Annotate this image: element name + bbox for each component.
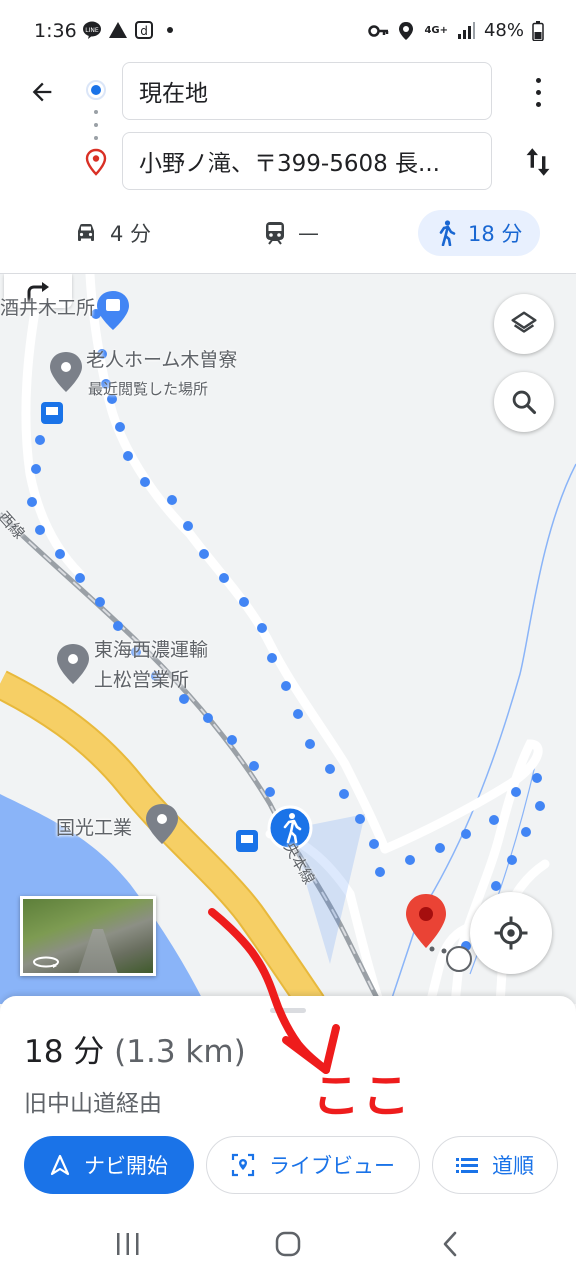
map-label-factory: 国光工業 <box>56 817 133 839</box>
navigation-arrow-icon <box>50 1154 70 1176</box>
home-button[interactable] <box>258 1226 318 1262</box>
mode-transit-time: — <box>298 221 319 245</box>
recent-apps-button[interactable] <box>98 1226 158 1262</box>
shopping-bag-icon <box>97 291 129 330</box>
live-view-button[interactable]: ライブビュー <box>206 1136 420 1194</box>
my-location-button[interactable] <box>470 892 552 974</box>
mode-tab-transit[interactable]: — <box>246 210 337 256</box>
4g-icon: 4G+ <box>424 24 448 36</box>
back-button[interactable] <box>22 72 62 112</box>
route-via: 旧中山道経由 <box>24 1091 162 1117</box>
battery-icon <box>532 20 552 41</box>
map-canvas <box>0 274 576 1004</box>
swap-vert-icon <box>526 148 550 176</box>
live-view-label: ライブビュー <box>269 1154 395 1178</box>
list-icon <box>456 1158 478 1173</box>
train-icon <box>266 222 284 245</box>
start-navigation-label: ナビ開始 <box>84 1154 168 1178</box>
route-connector <box>94 110 98 140</box>
sheet-drag-handle[interactable] <box>270 1008 306 1013</box>
directions-header: 現在地 小野ノ滝、〒399-5608 長... 4 分 — 18 分 <box>0 62 576 274</box>
location-icon <box>396 21 416 41</box>
car-icon <box>78 224 94 241</box>
search-along-route-button[interactable] <box>494 372 554 432</box>
mode-tab-car[interactable]: 4 分 <box>56 210 169 256</box>
status-right: 4G+ 48% <box>368 20 552 41</box>
street-view-thumbnail[interactable] <box>20 896 156 976</box>
map-label-shop: 酒井木工所 <box>0 297 96 319</box>
warning-icon <box>108 20 128 40</box>
live-view-icon <box>231 1153 255 1177</box>
map-label-recent: 最近閲覧した場所 <box>88 380 209 398</box>
status-time: 1:36 <box>34 20 77 42</box>
origin-field[interactable]: 現在地 <box>122 62 492 120</box>
more-options-button[interactable] <box>526 74 550 110</box>
map-view[interactable]: 酒井木工所 老人ホーム木曽寮 最近閲覧した場所 東海西濃運輸 上松営業所 国光工… <box>0 274 576 1004</box>
line-icon: LINE <box>82 20 102 40</box>
crosshair-icon <box>494 916 528 950</box>
annotation-text: ここ <box>312 1068 413 1124</box>
svg-text:d: d <box>140 24 148 38</box>
swap-route-button[interactable] <box>518 142 558 182</box>
layers-button[interactable] <box>494 294 554 354</box>
travel-modes: 4 分 — 18 分 <box>0 210 576 260</box>
origin-dot-icon <box>86 80 106 100</box>
route-summary-sheet: 18 分 (1.3 km) 旧中山道経由 ナビ開始 ライブビュー 道順 <box>0 996 576 1208</box>
start-navigation-button[interactable]: ナビ開始 <box>24 1136 194 1194</box>
steps-button[interactable]: 道順 <box>432 1136 558 1194</box>
signal-icon <box>456 21 476 41</box>
chevron-left-icon <box>443 1231 457 1257</box>
back-nav-button[interactable] <box>420 1226 480 1262</box>
destination-pin-icon <box>84 148 108 180</box>
battery-percent: 48% <box>483 20 524 41</box>
status-bar: 1:36 LINE d 4G+ 48% <box>0 0 576 62</box>
map-label-transport-1: 東海西濃運輸 <box>94 639 209 661</box>
route-duration: 18 分 <box>24 1034 105 1070</box>
mode-tab-walk[interactable]: 18 分 <box>418 210 541 256</box>
d-icon: d <box>134 20 154 40</box>
walk-icon <box>439 220 456 246</box>
recent-apps-icon <box>117 1233 139 1255</box>
destination-field[interactable]: 小野ノ滝、〒399-5608 長... <box>122 132 492 190</box>
home-icon <box>275 1231 301 1257</box>
map-label-transport-2: 上松営業所 <box>94 669 190 691</box>
mode-car-time: 4 分 <box>110 222 152 246</box>
status-left-icons: LINE d <box>82 20 180 40</box>
svg-text:LINE: LINE <box>85 27 99 34</box>
dot-icon <box>160 20 180 40</box>
route-duration-line: 18 分 (1.3 km) <box>24 1026 246 1071</box>
layers-icon <box>511 311 537 333</box>
system-nav-bar <box>0 1208 576 1280</box>
arrow-back-icon <box>32 82 52 102</box>
mode-walk-time: 18 分 <box>468 222 523 246</box>
steps-label: 道順 <box>492 1154 534 1178</box>
route-distance: (1.3 km) <box>114 1034 246 1070</box>
rotate-360-icon <box>33 956 59 968</box>
map-label-nursing-home: 老人ホーム木曽寮 <box>86 349 238 371</box>
key-icon <box>368 21 389 41</box>
search-icon <box>512 390 537 415</box>
